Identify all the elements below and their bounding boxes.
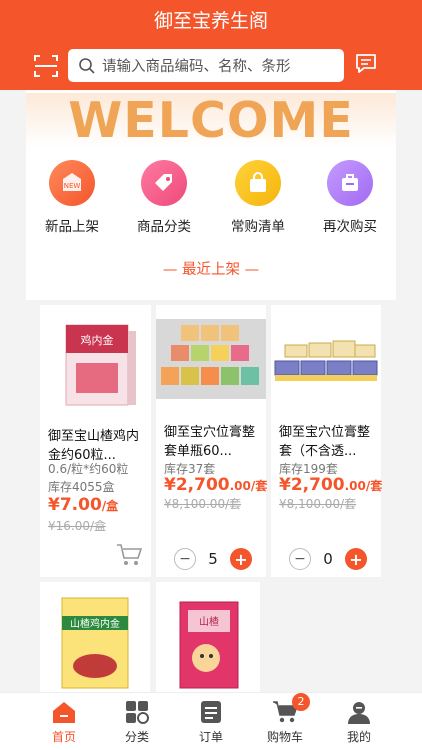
tab-mine[interactable]: 我的: [329, 699, 389, 745]
product-image: [156, 319, 266, 399]
quick-new-arrivals[interactable]: NEW 新品上架: [32, 160, 112, 235]
increase-button[interactable]: +: [345, 548, 367, 570]
product-card[interactable]: 山楂鸡内金: [40, 582, 150, 692]
increase-button[interactable]: +: [230, 548, 252, 570]
search-placeholder: 请输入商品编码、名称、条形: [102, 59, 291, 75]
product-name: 御至宝穴位膏整套单瓶60...: [164, 425, 256, 459]
scan-icon[interactable]: [33, 53, 59, 79]
product-image: [271, 319, 381, 399]
quick-label: 常购清单: [231, 219, 285, 235]
product-original-price: ¥8,100.00/套: [164, 497, 242, 511]
tab-cart[interactable]: 2 购物车: [255, 693, 315, 745]
product-stock: 库存4055盒: [48, 480, 115, 494]
quick-label: 新品上架: [45, 219, 99, 235]
cart-badge: 2: [292, 693, 310, 711]
product-name: 御至宝穴位膏整套（不含透...: [279, 425, 371, 459]
svg-text:山楂: 山楂: [199, 615, 219, 628]
product-image: 山楂鸡内金: [48, 588, 142, 692]
tab-label: 订单: [198, 730, 223, 744]
cart-icon: 2: [272, 693, 310, 725]
new-tag-icon: NEW: [49, 160, 95, 206]
quick-buy-again[interactable]: 再次购买: [310, 160, 390, 235]
quantity-value[interactable]: 0: [311, 550, 345, 568]
quantity-value[interactable]: 5: [196, 550, 230, 568]
app-title: 御至宝养生阁: [153, 10, 268, 32]
decrease-button[interactable]: −: [174, 548, 196, 570]
svg-text:NEW: NEW: [64, 182, 81, 190]
tab-home[interactable]: 首页: [34, 699, 94, 745]
message-icon[interactable]: [354, 52, 378, 76]
welcome-banner: WELCOME: [26, 93, 396, 147]
quick-categories[interactable]: 商品分类: [124, 160, 204, 235]
order-list-icon: [198, 699, 224, 725]
quick-label: 商品分类: [137, 219, 191, 235]
product-image: 鸡内金: [48, 313, 146, 418]
product-spec: 0.6/粒*约60粒: [48, 462, 129, 476]
product-price: ¥2,700.00/套: [164, 475, 268, 495]
tab-label: 购物车: [266, 730, 303, 744]
product-original-price: ¥16.00/盒: [48, 519, 107, 533]
tag-icon: [141, 160, 187, 206]
user-icon: [346, 699, 372, 725]
product-card[interactable]: 鸡内金 御至宝山楂鸡内金约60粒... 0.6/粒*约60粒 库存4055盒 ¥…: [40, 305, 151, 577]
category-grid-icon: [124, 699, 150, 725]
product-image: 山楂: [162, 588, 256, 692]
product-card[interactable]: 山楂: [156, 582, 260, 692]
product-card[interactable]: 御至宝穴位膏整套（不含透... 库存199套 ¥2,700.00/套 ¥8,10…: [271, 305, 383, 577]
quantity-stepper: − 0 +: [289, 548, 367, 570]
section-title-recent: — 最近上架 —: [162, 262, 260, 278]
home-icon: [51, 699, 77, 725]
quick-frequent-list[interactable]: 常购清单: [218, 160, 298, 235]
shopping-bag-icon: [235, 160, 281, 206]
briefcase-icon: [327, 160, 373, 206]
search-input[interactable]: 请输入商品编码、名称、条形: [68, 49, 344, 82]
welcome-text: WELCOME: [68, 93, 354, 147]
decrease-button[interactable]: −: [289, 548, 311, 570]
tab-orders[interactable]: 订单: [181, 699, 241, 745]
svg-text:鸡内金: 鸡内金: [81, 333, 114, 347]
svg-text:山楂鸡内金: 山楂鸡内金: [70, 617, 120, 630]
tab-label: 首页: [51, 730, 76, 744]
product-card[interactable]: 御至宝穴位膏整套单瓶60... 库存37套 ¥2,700.00/套 ¥8,100…: [156, 305, 268, 577]
tab-label: 我的: [346, 730, 371, 744]
quick-label: 再次购买: [323, 219, 377, 235]
product-price: ¥7.00/盒: [48, 495, 119, 515]
tab-category[interactable]: 分类: [107, 699, 167, 745]
tab-label: 分类: [124, 730, 149, 744]
add-to-cart-icon[interactable]: [116, 543, 143, 567]
product-original-price: ¥8,100.00/套: [279, 497, 357, 511]
search-icon: [79, 57, 95, 74]
bottom-tab-bar: 首页 分类 订单 2 购物车 我的: [0, 692, 422, 750]
product-price: ¥2,700.00/套: [279, 475, 383, 495]
quantity-stepper: − 5 +: [174, 548, 252, 570]
